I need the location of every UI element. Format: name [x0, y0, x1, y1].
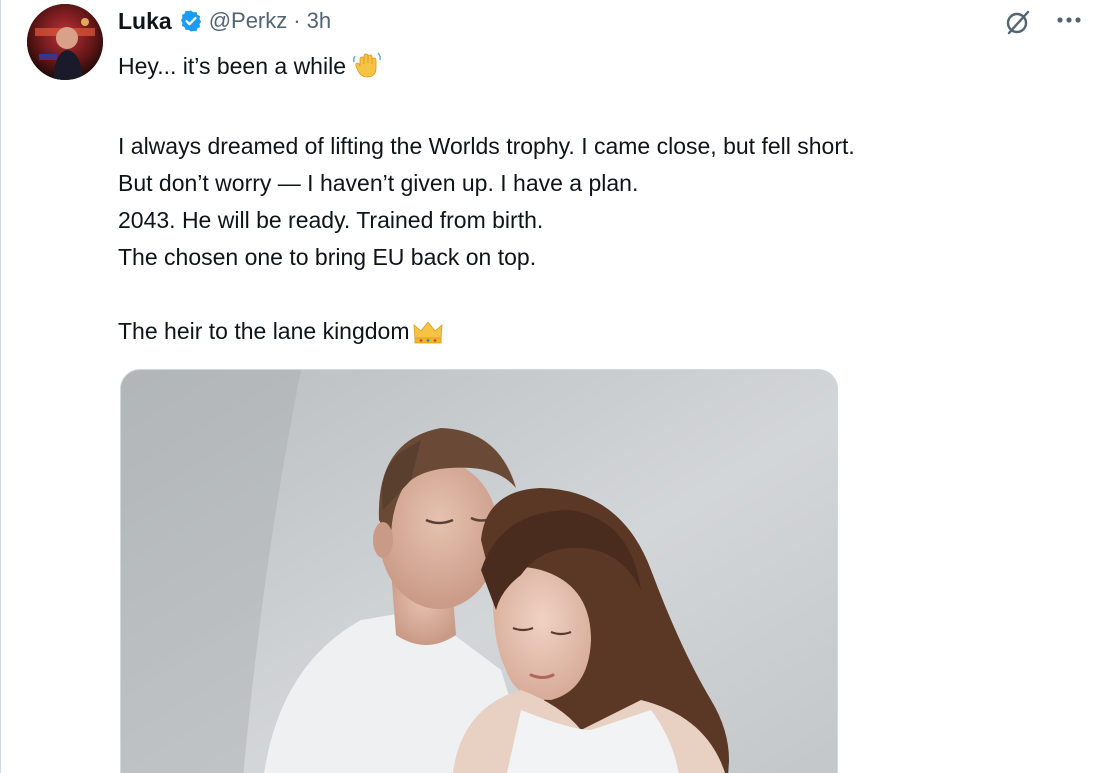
tweet-line-5: 2043. He will be ready. Trained from bir… — [118, 207, 544, 233]
photo-of-couple-icon — [121, 370, 837, 773]
tweet-line-6: The chosen one to bring EU back on top. — [118, 244, 537, 270]
tweet-line-1: Hey... it’s been a while — [118, 48, 1078, 91]
tweet-photo[interactable] — [120, 369, 838, 773]
separator-dot: · — [293, 8, 301, 33]
author-avatar[interactable] — [27, 4, 103, 80]
tweet-gap-1 — [118, 91, 1078, 128]
tweet-line-8: The heir to the lane kingdom — [118, 313, 1078, 356]
author-handle[interactable]: @Perkz — [209, 8, 288, 34]
tweet-gap-2 — [118, 276, 1078, 313]
verified-badge-icon — [179, 9, 203, 33]
waving-hand-icon — [352, 50, 382, 91]
author-name[interactable]: Luka — [118, 8, 172, 35]
tweet-text: Hey... it’s been a while I always dreame… — [118, 48, 1078, 356]
tweet-card[interactable]: Luka @Perkz · 3h Hey... it’s been a whil… — [0, 0, 1098, 773]
timestamp[interactable]: 3h — [307, 8, 331, 34]
tweet-line-4: But don’t worry — I haven’t given up. I … — [118, 170, 639, 196]
tweet-line-3: I always dreamed of lifting the Worlds t… — [118, 133, 855, 159]
grok-icon[interactable] — [1004, 8, 1032, 36]
more-options-icon[interactable] — [1053, 6, 1085, 34]
tweet-header: Luka @Perkz · 3h — [118, 4, 331, 38]
crown-icon — [412, 319, 444, 356]
